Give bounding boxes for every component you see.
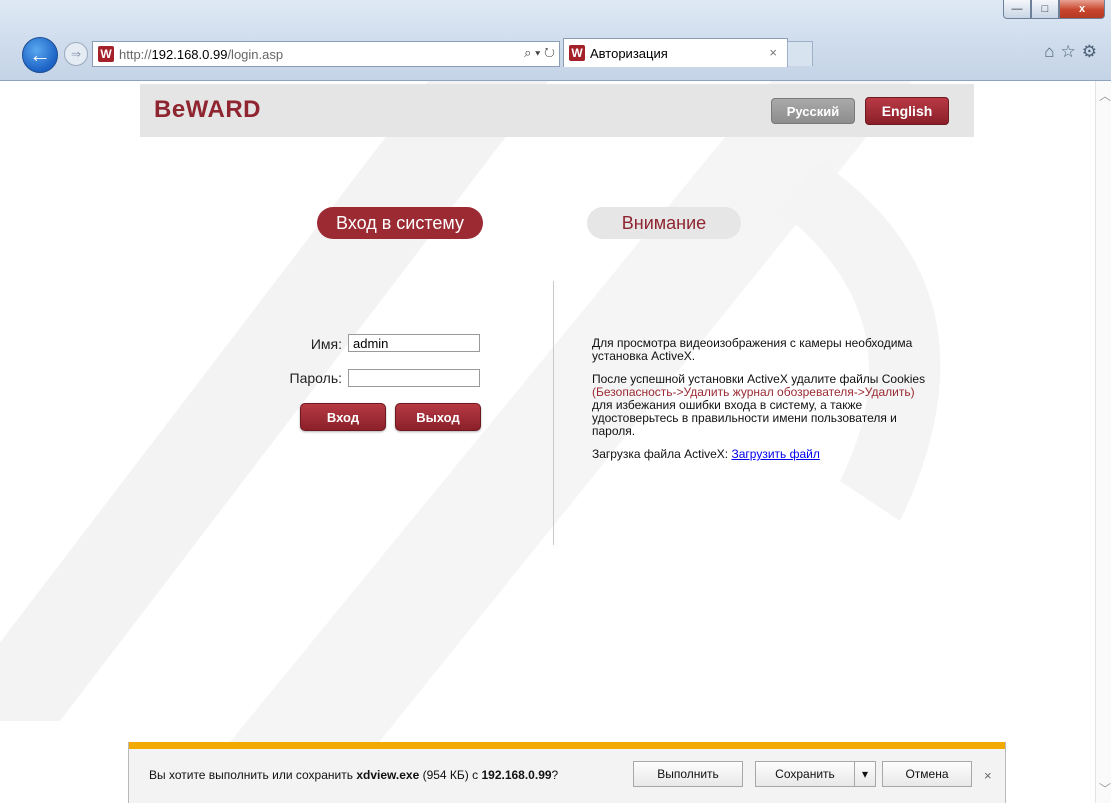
- save-button[interactable]: Сохранить: [755, 761, 855, 787]
- page-viewport: BeWARD Русский English Вход в систему Вн…: [0, 81, 1095, 803]
- download-prompt-suffix: ?: [551, 768, 559, 782]
- home-favorites-tools-icons[interactable]: ⌂☆⚙: [1044, 42, 1103, 62]
- download-file-size: (954 КБ) с: [419, 768, 482, 782]
- download-prompt-prefix: Вы хотите выполнить или сохранить: [149, 768, 357, 782]
- vertical-divider: [553, 281, 554, 545]
- scroll-down-icon[interactable]: ﹀: [1099, 780, 1111, 797]
- url-protocol: http://: [119, 46, 152, 62]
- activex-download-label: Загрузка файла ActiveX:: [592, 447, 732, 461]
- url-path: /login.asp: [227, 46, 284, 62]
- new-tab-button[interactable]: [787, 41, 813, 66]
- forward-arrow-icon[interactable]: ⇒: [64, 42, 88, 66]
- search-refresh-icons[interactable]: ⌕ ▾ ↻: [524, 45, 555, 61]
- notice-paragraph-2: После успешной установки ActiveX удалите…: [592, 373, 932, 438]
- notice-p2-start: После успешной установки ActiveX удалите…: [592, 372, 926, 386]
- password-label: Пароль:: [289, 370, 342, 386]
- browser-chrome: — □ x ← ⇒ W http://192.168.0.99/login.as…: [0, 0, 1111, 81]
- tab-favicon-icon: W: [569, 45, 585, 61]
- vertical-scrollbar[interactable]: ︿ ﹀: [1095, 81, 1111, 803]
- notice-p2-end: для избежания ошибки входа в систему, а …: [592, 398, 897, 438]
- close-window-button[interactable]: x: [1059, 0, 1105, 19]
- beward-logo: BeWARD: [154, 96, 262, 123]
- notice-paragraph-3: Загрузка файла ActiveX: Загрузить файл: [592, 448, 932, 461]
- download-bar-close-icon[interactable]: ×: [984, 768, 992, 783]
- download-prompt: Вы хотите выполнить или сохранить xdview…: [149, 768, 558, 782]
- maximize-button[interactable]: □: [1031, 0, 1059, 19]
- header-band: BeWARD Русский English: [140, 84, 974, 137]
- window-controls: — □ x: [1003, 0, 1105, 19]
- download-source: 192.168.0.99: [481, 768, 552, 782]
- language-russian-button[interactable]: Русский: [771, 98, 855, 124]
- tab-notice[interactable]: Внимание: [587, 207, 741, 239]
- language-english-button[interactable]: English: [865, 97, 949, 125]
- tab-title: Авторизация: [590, 45, 668, 61]
- login-button[interactable]: Вход: [300, 403, 386, 431]
- password-input[interactable]: [348, 369, 480, 387]
- username-label: Имя:: [310, 336, 342, 352]
- run-button[interactable]: Выполнить: [633, 761, 743, 787]
- download-bar-accent: [129, 742, 1005, 749]
- back-arrow-icon[interactable]: ←: [22, 37, 58, 73]
- exit-button[interactable]: Выход: [395, 403, 481, 431]
- address-bar[interactable]: W http://192.168.0.99/login.asp ⌕ ▾ ↻: [92, 41, 560, 67]
- username-input[interactable]: [348, 334, 480, 352]
- download-file-name: xdview.exe: [356, 768, 420, 782]
- download-notification-bar: Вы хотите выполнить или сохранить xdview…: [128, 742, 1006, 803]
- cancel-button[interactable]: Отмена: [882, 761, 972, 787]
- notice-p2-highlight: (Безопасность->Удалить журнал обозревате…: [592, 385, 915, 399]
- tab-authorization[interactable]: W Авторизация ×: [563, 38, 788, 67]
- notice-paragraph-1: Для просмотра видеоизображения с камеры …: [592, 336, 913, 363]
- tab-close-icon[interactable]: ×: [769, 45, 777, 60]
- scroll-up-icon[interactable]: ︿: [1099, 87, 1111, 104]
- tab-login[interactable]: Вход в систему: [317, 207, 483, 239]
- activex-notice: Для просмотра видеоизображения с камеры …: [592, 337, 932, 471]
- minimize-button[interactable]: —: [1003, 0, 1031, 19]
- save-options-dropdown[interactable]: ▾: [854, 761, 876, 787]
- site-favicon-icon: W: [98, 46, 114, 62]
- url-host: 192.168.0.99: [151, 46, 228, 62]
- activex-download-link[interactable]: Загрузить файл: [731, 447, 819, 461]
